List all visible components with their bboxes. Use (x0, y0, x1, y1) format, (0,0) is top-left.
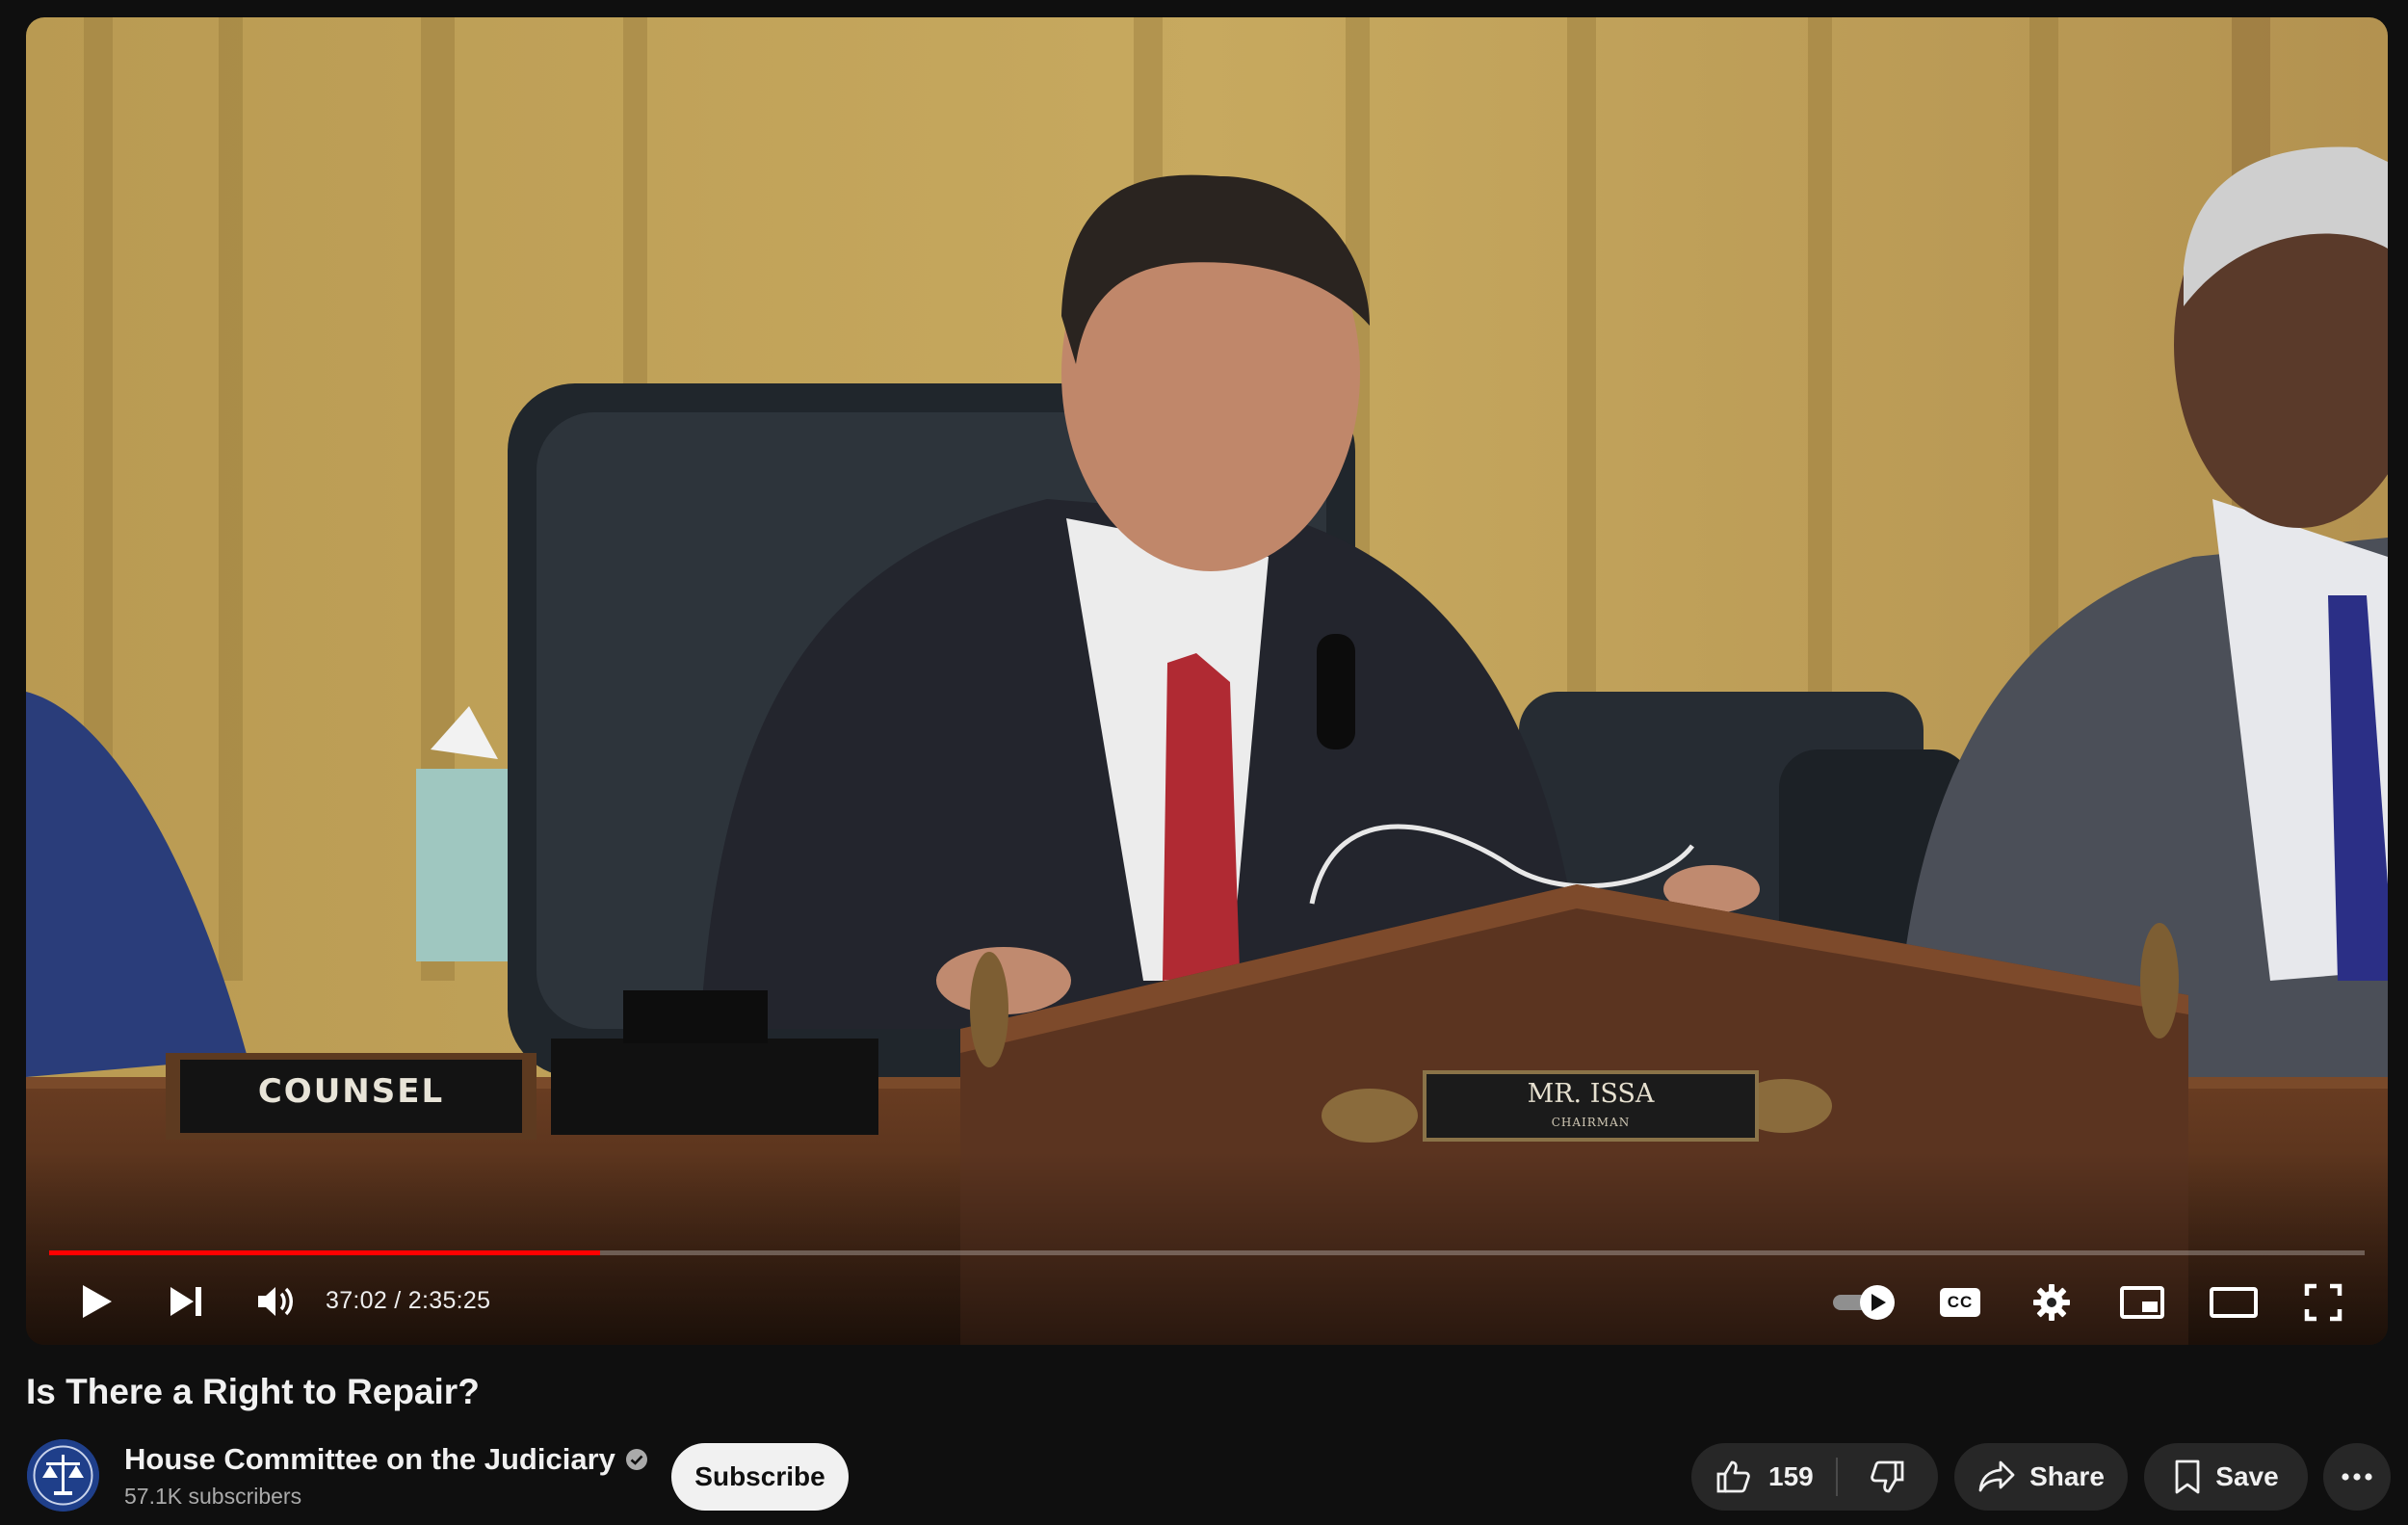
subscriber-count: 57.1K subscribers (124, 1484, 302, 1509)
mute-button[interactable] (248, 1273, 305, 1330)
skip-next-icon (170, 1287, 201, 1316)
theater-mode-button[interactable] (2203, 1275, 2264, 1329)
like-count: 159 (1768, 1461, 1814, 1491)
miniplayer-icon (2120, 1286, 2164, 1319)
autoplay-toggle[interactable] (1827, 1279, 1904, 1326)
like-dislike-group: 159 (1691, 1443, 1938, 1511)
gear-icon (2033, 1284, 2070, 1321)
save-label: Save (2215, 1461, 2279, 1491)
progress-played (49, 1250, 601, 1255)
video-title: Is There a Right to Repair? (26, 1372, 480, 1411)
verified-badge-icon (625, 1449, 647, 1470)
nameplate-center-sub: CHAIRMAN (1551, 1116, 1631, 1129)
theater-icon (2210, 1287, 2258, 1318)
more-actions-button[interactable] (2323, 1443, 2391, 1511)
nameplate-center: MR. ISSA (1527, 1079, 1655, 1109)
more-horizontal-icon (2342, 1473, 2372, 1481)
settings-button[interactable] (2023, 1274, 2081, 1331)
play-button[interactable] (68, 1273, 126, 1330)
captions-button[interactable]: CC (1931, 1277, 1989, 1328)
autoplay-toggle-icon (1833, 1285, 1895, 1320)
miniplayer-button[interactable] (2113, 1275, 2171, 1329)
channel-avatar[interactable] (27, 1439, 99, 1512)
bookmark-icon (2175, 1459, 2200, 1494)
progress-bar[interactable] (49, 1250, 2365, 1255)
judiciary-seal-icon (27, 1439, 99, 1512)
captions-icon: CC (1940, 1288, 1980, 1317)
fullscreen-button[interactable] (2294, 1274, 2352, 1331)
channel-name[interactable]: House Committee on the Judiciary (124, 1442, 615, 1477)
next-button[interactable] (157, 1273, 215, 1330)
save-button[interactable]: Save (2144, 1443, 2308, 1511)
share-icon (1978, 1460, 2015, 1492)
time-display: 37:02 / 2:35:25 (326, 1287, 491, 1314)
fullscreen-icon (2304, 1283, 2343, 1322)
dislike-button[interactable] (1838, 1443, 1938, 1511)
share-button[interactable]: Share (1954, 1443, 2128, 1511)
nameplate-left: COUNSEL (257, 1072, 445, 1111)
channel-name-row[interactable]: House Committee on the Judiciary (124, 1442, 648, 1477)
captions-label: CC (1947, 1293, 1974, 1311)
share-label: Share (2029, 1461, 2105, 1491)
play-icon (83, 1285, 112, 1318)
volume-icon (258, 1287, 293, 1316)
video-frame[interactable]: COUNSEL MR. ISSA CHAIRMAN (26, 17, 2388, 1345)
subscribe-button[interactable]: Subscribe (671, 1443, 849, 1511)
video-player[interactable]: COUNSEL MR. ISSA CHAIRMAN 37:02 / 2:35:2… (26, 17, 2388, 1345)
thumbs-up-icon (1716, 1460, 1750, 1493)
like-button[interactable]: 159 (1691, 1443, 1836, 1511)
thumbs-down-icon (1871, 1460, 1904, 1493)
